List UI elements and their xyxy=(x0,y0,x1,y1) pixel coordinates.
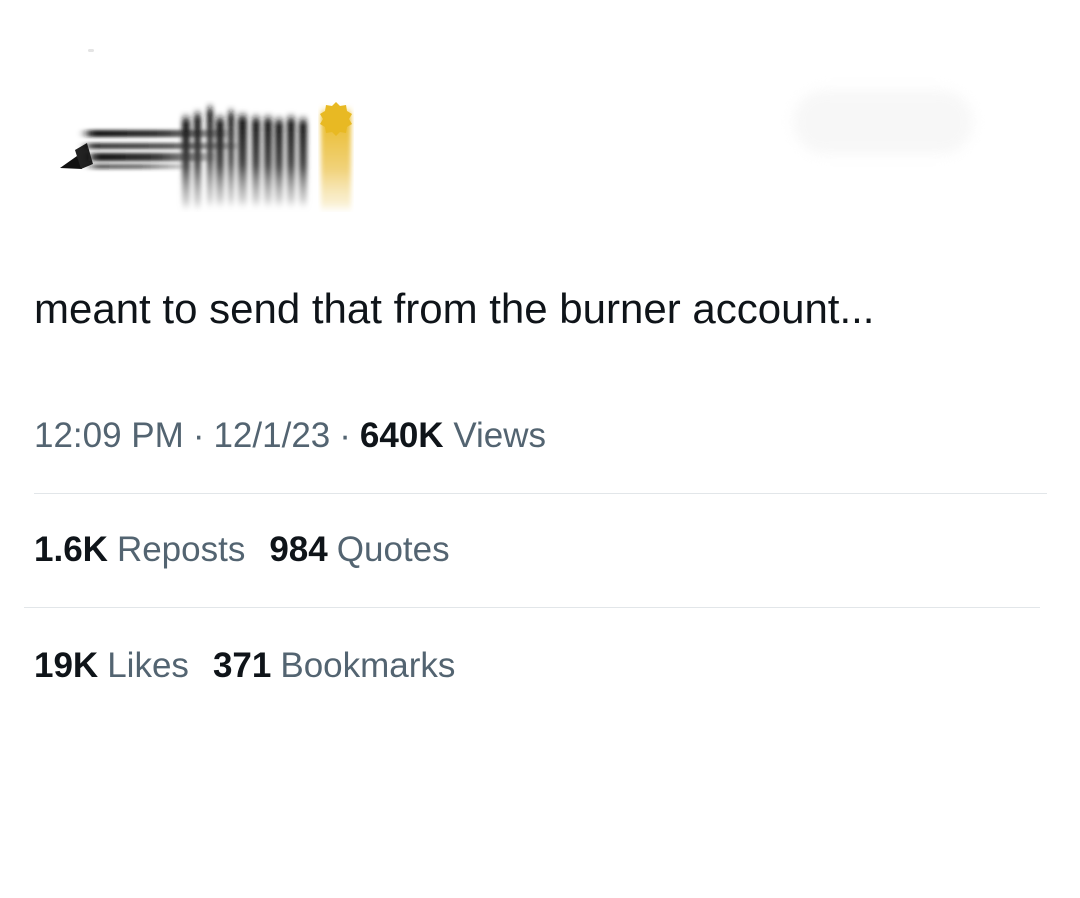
bookmarks-stat[interactable]: 371 Bookmarks xyxy=(213,644,455,688)
tweet-meta: 12:09 PM · 12/1/23 · 640K Views xyxy=(34,414,546,458)
tweet-text: meant to send that from the burner accou… xyxy=(34,285,875,332)
engagement-row-reposts-quotes: 1.6K Reposts 984 Quotes xyxy=(34,528,474,572)
views-stat[interactable]: 640K Views xyxy=(360,416,546,455)
divider xyxy=(24,607,1040,608)
reposts-stat[interactable]: 1.6K Reposts xyxy=(34,528,245,572)
views-label: Views xyxy=(453,416,547,455)
quotes-stat[interactable]: 984 Quotes xyxy=(269,528,449,572)
tweet-header xyxy=(0,0,1080,230)
likes-count: 19K xyxy=(34,646,99,685)
engagement-row-likes-bookmarks: 19K Likes 371 Bookmarks xyxy=(34,644,479,688)
meta-separator: · xyxy=(192,416,205,455)
quotes-label: Quotes xyxy=(336,530,450,569)
meta-separator: · xyxy=(339,416,351,455)
views-count: 640K xyxy=(359,416,444,455)
quotes-count: 984 xyxy=(269,530,328,569)
follow-button[interactable] xyxy=(793,90,973,154)
divider xyxy=(34,493,1047,494)
verified-badge-icon xyxy=(320,102,352,208)
bookmarks-label: Bookmarks xyxy=(280,646,456,685)
bookmarks-count: 371 xyxy=(212,646,272,685)
header-speck xyxy=(88,49,94,52)
reposts-label: Reposts xyxy=(116,530,246,569)
author-profile-link[interactable] xyxy=(55,100,365,212)
likes-label: Likes xyxy=(107,646,189,685)
reposts-count: 1.6K xyxy=(34,530,108,569)
likes-stat[interactable]: 19K Likes xyxy=(34,644,189,688)
adidas-logo-icon xyxy=(60,102,352,208)
tweet-time[interactable]: 12:09 PM xyxy=(34,416,184,455)
tweet-date[interactable]: 12/1/23 xyxy=(213,416,330,455)
